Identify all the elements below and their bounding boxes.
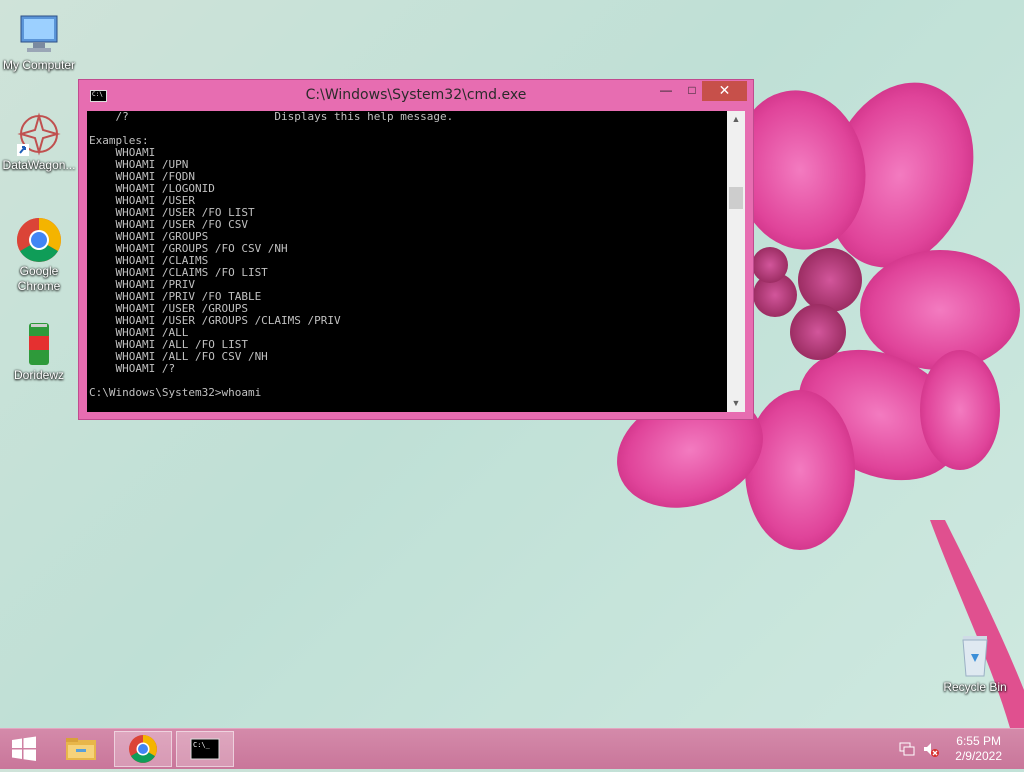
taskbar-cmd[interactable]: C:\_: [176, 731, 234, 767]
taskbar-file-explorer[interactable]: [52, 731, 110, 767]
clock-time: 6:55 PM: [956, 734, 1001, 748]
soda-can-icon: [15, 320, 63, 368]
chrome-icon: [129, 735, 157, 763]
desktop-icon-label: Google Chrome: [17, 264, 61, 293]
network-icon[interactable]: [898, 740, 916, 758]
taskbar: C:\_ 6:55 PM 2/9/2022: [0, 728, 1024, 769]
console-text: /? Displays this help message. Examples:…: [89, 111, 454, 399]
minimize-button[interactable]: —: [653, 81, 679, 101]
desktop-icon-label: DataWagon...: [2, 158, 76, 172]
window-title: C:\Windows\System32\cmd.exe: [305, 87, 527, 103]
speaker-muted-icon[interactable]: [922, 740, 940, 758]
scroll-up-icon[interactable]: ▲: [727, 111, 745, 128]
close-button[interactable]: ✕: [702, 81, 747, 101]
title-bar[interactable]: C:\ C:\Windows\System32\cmd.exe — □ ✕: [79, 80, 753, 110]
system-clock[interactable]: 6:55 PM 2/9/2022: [955, 734, 1002, 764]
windows-logo-icon: [12, 736, 36, 761]
start-button[interactable]: [4, 731, 44, 767]
scroll-down-icon[interactable]: ▼: [727, 395, 745, 412]
desktop-icon-my-computer[interactable]: My Computer: [1, 10, 77, 73]
console-output[interactable]: /? Displays this help message. Examples:…: [87, 111, 727, 412]
folder-icon: [66, 738, 96, 760]
desktop-icon-doridewz[interactable]: Doridewz: [1, 320, 77, 383]
desktop-icon-label: Doridewz: [13, 368, 64, 382]
chrome-icon: [15, 216, 63, 264]
clock-date: 2/9/2022: [955, 749, 1002, 763]
datawagon-shortcut-icon: [15, 110, 63, 158]
desktop-icon-label: Recycle Bin: [943, 680, 1007, 694]
desktop-icon-datawagon[interactable]: DataWagon...: [1, 110, 77, 173]
svg-text:C:\_: C:\_: [193, 741, 211, 749]
recycle-bin-icon: [951, 632, 999, 680]
computer-icon: [15, 10, 63, 58]
taskbar-chrome[interactable]: [114, 731, 172, 767]
cmd-icon: C:\_: [190, 738, 220, 760]
vertical-scrollbar[interactable]: ▲ ▼: [727, 111, 745, 412]
cmd-window[interactable]: C:\ C:\Windows\System32\cmd.exe — □ ✕ /?…: [78, 79, 754, 420]
desktop-icon-recycle-bin[interactable]: Recycle Bin: [937, 632, 1013, 695]
scroll-thumb[interactable]: [729, 187, 743, 209]
desktop-icon-google-chrome[interactable]: Google Chrome: [1, 216, 77, 294]
desktop-icon-label: My Computer: [2, 58, 76, 72]
